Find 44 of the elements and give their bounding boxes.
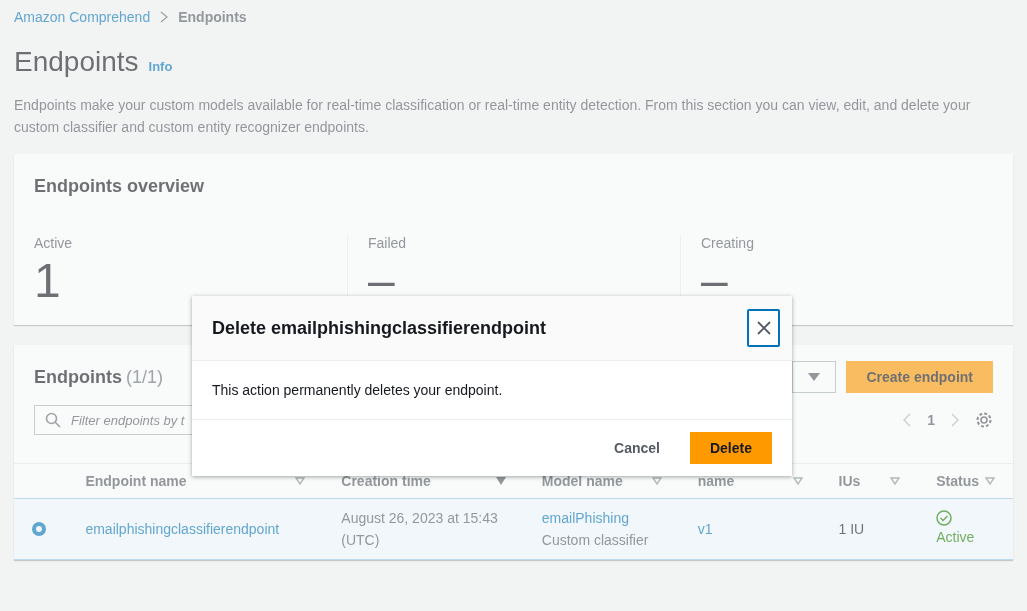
table-title: Endpoints — [34, 366, 122, 388]
stat-value: – — [701, 253, 729, 309]
chevron-left-icon[interactable] — [903, 413, 912, 427]
stat-value: 1 — [34, 253, 62, 309]
chevron-right-icon — [160, 11, 169, 23]
stat-label: Active — [34, 235, 74, 251]
status-text: Active — [936, 528, 976, 547]
dialog-message: This action permanently deletes your endpoint. — [212, 382, 503, 398]
cancel-button[interactable]: Cancel — [594, 432, 680, 464]
search-icon — [45, 412, 61, 428]
version-link[interactable]: v1 — [697, 521, 713, 537]
column-header[interactable]: Endpoint name — [85, 473, 187, 489]
model-type: Custom classifier — [541, 531, 650, 550]
info-link[interactable]: Info — [148, 59, 173, 74]
overview-title: Endpoints overview — [33, 175, 206, 197]
column-header[interactable]: Creation time — [341, 473, 431, 489]
delete-button[interactable]: Delete — [689, 432, 772, 464]
create-endpoint-button[interactable]: Create endpoint — [846, 361, 993, 393]
dialog-title: Delete emailphishingclassifierendpoint — [212, 317, 547, 339]
model-link[interactable]: emailPhishing — [541, 507, 662, 529]
endpoint-link[interactable]: emailphishingclassifierendpoint — [85, 521, 280, 537]
table-cell: August 26, 2023 at 15:43 (UTC) — [341, 510, 498, 548]
chevron-right-icon[interactable] — [951, 413, 959, 427]
breadcrumb-link[interactable]: Amazon Comprehend — [14, 9, 151, 25]
close-icon — [756, 321, 771, 335]
page-title: Endpoints — [14, 46, 139, 78]
stat-value: – — [368, 253, 396, 309]
stat-label: Failed — [368, 235, 408, 251]
table-cell: 1 IU — [838, 521, 865, 537]
column-header[interactable]: name — [697, 473, 735, 489]
row-radio[interactable] — [32, 522, 46, 536]
page-description: Endpoints make your custom models available for real-time classification or real-time entity detection. From this section you can view, edit, and delete your custom classifier and custom entity recognizer endpoints. — [14, 96, 972, 137]
page-number[interactable]: 1 — [927, 412, 935, 428]
stat-label: Creating — [701, 235, 755, 251]
settings-icon[interactable] — [975, 411, 993, 429]
column-header[interactable]: Model name — [541, 473, 623, 489]
actions-dropdown[interactable] — [792, 361, 837, 393]
close-button[interactable] — [747, 309, 780, 347]
column-header[interactable]: Status — [936, 473, 979, 489]
breadcrumb-current: Endpoints — [178, 9, 247, 25]
table-count: (1/1) — [126, 366, 163, 388]
column-header[interactable]: IUs — [838, 473, 861, 489]
check-circle-icon — [936, 510, 953, 526]
caret-icon — [808, 373, 821, 381]
